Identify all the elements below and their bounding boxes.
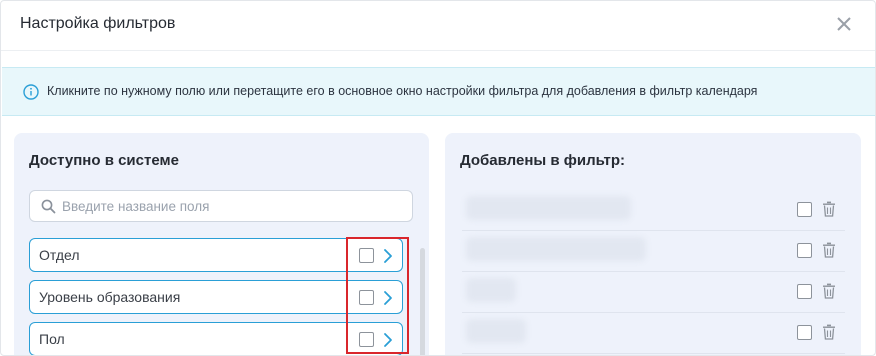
info-banner: Кликните по нужному полю или перетащите …: [2, 67, 875, 116]
added-item: [462, 190, 845, 231]
dialog-title: Настройка фильтров: [20, 15, 176, 32]
search-icon: [41, 199, 56, 214]
blurred-label: [466, 278, 516, 302]
item-checkbox[interactable]: [797, 243, 812, 258]
trash-icon[interactable]: [822, 242, 836, 258]
search-box: [29, 190, 413, 222]
close-icon[interactable]: [835, 15, 853, 33]
field-label: Отдел: [39, 247, 80, 263]
info-icon: [23, 84, 39, 100]
item-checkbox[interactable]: [797, 284, 812, 299]
added-fields-panel: Добавлены в фильтр:: [445, 133, 861, 355]
item-checkbox[interactable]: [797, 325, 812, 340]
info-text: Кликните по нужному полю или перетащите …: [47, 84, 758, 98]
field-label: Пол: [39, 331, 65, 347]
trash-icon[interactable]: [822, 201, 836, 217]
blurred-label: [466, 237, 646, 261]
trash-icon[interactable]: [822, 283, 836, 299]
scrollbar-thumb[interactable]: [420, 248, 425, 355]
dialog-header: Настройка фильтров: [1, 1, 875, 51]
filter-settings-dialog: Настройка фильтров Кликните по нужному п…: [0, 0, 876, 356]
added-item: [462, 313, 845, 354]
trash-icon[interactable]: [822, 324, 836, 340]
available-panel-title: Доступно в системе: [29, 152, 179, 169]
scrollbar[interactable]: [420, 238, 425, 355]
added-item: [462, 231, 845, 272]
blurred-label: [466, 319, 526, 343]
item-checkbox[interactable]: [797, 202, 812, 217]
blurred-label: [466, 196, 631, 220]
added-item: [462, 272, 845, 313]
added-panel-title: Добавлены в фильтр:: [460, 152, 626, 169]
field-label: Уровень образования: [39, 289, 181, 305]
annotation-highlight-box: [346, 237, 409, 354]
search-input[interactable]: [62, 191, 402, 221]
